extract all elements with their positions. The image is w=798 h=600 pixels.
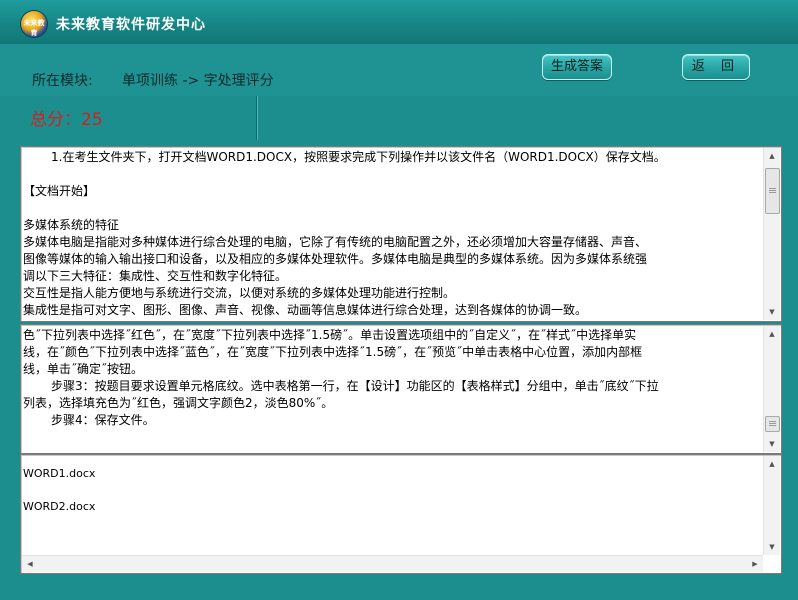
steps-line: 线，在˝颜色˝下拉列表中选择˝蓝色˝，在˝宽度˝下拉列表中选择˝1.5磅˝，在˝… bbox=[23, 345, 643, 359]
title-bar: 未来教育 未来教育软件研发中心 bbox=[0, 0, 798, 44]
question-line: 多媒体电脑是指能对多种媒体进行综合处理的电脑，它除了有传统的电脑配置之外，还必须… bbox=[23, 235, 648, 249]
scroll-down-arrow-icon[interactable]: ▼ bbox=[764, 539, 780, 555]
question-line: 调以下三大特征：集成性、交互性和数字化特征。 bbox=[23, 269, 288, 283]
scroll-thumb[interactable] bbox=[765, 168, 780, 214]
steps-scrollbar[interactable]: ▲ ▼ bbox=[763, 326, 780, 452]
file-item[interactable]: WORD2.docx bbox=[23, 498, 763, 515]
steps-text: 色˝下拉列表中选择˝红色˝，在˝宽度˝下拉列表中选择˝1.5磅˝。单击设置选项组… bbox=[23, 327, 763, 451]
generate-answer-button[interactable]: 生成答案 bbox=[542, 54, 612, 80]
question-line: 集成性是指可对文字、图形、图像、声音、视像、动画等信息媒体进行综合处理，达到各媒… bbox=[23, 303, 588, 317]
steps-line: 步骤4：保存文件。 bbox=[51, 413, 155, 427]
scroll-up-arrow-icon[interactable]: ▲ bbox=[764, 326, 780, 342]
scroll-up-arrow-icon[interactable]: ▲ bbox=[764, 456, 780, 472]
app-logo-icon: 未来教育 bbox=[21, 11, 47, 37]
files-list: WORD1.docx WORD2.docx bbox=[23, 457, 763, 555]
logo-text: 未来教育 bbox=[23, 19, 45, 37]
module-value: 单项训练 -> 字处理评分 bbox=[122, 73, 274, 89]
files-vertical-scrollbar[interactable]: ▲ ▼ bbox=[763, 456, 780, 555]
scroll-thumb[interactable] bbox=[765, 416, 780, 432]
question-line: 【文档开始】 bbox=[23, 184, 96, 198]
back-button[interactable]: 返 回 bbox=[682, 54, 750, 80]
question-line: 交互性是指人能方便地与系统进行交流，以便对系统的多媒体处理功能进行控制。 bbox=[23, 286, 456, 300]
steps-line: 步骤3：按题目要求设置单元格底纹。选中表格第一行，在【设计】功能区的【表格样式】… bbox=[51, 379, 659, 393]
scroll-down-arrow-icon[interactable]: ▼ bbox=[764, 436, 780, 452]
steps-line: 列表，选择填充色为˝红色，强调文字颜色2，淡色80%˝。 bbox=[23, 396, 334, 410]
question-scrollbar[interactable]: ▲ ▼ bbox=[763, 148, 780, 320]
files-horizontal-scrollbar[interactable]: ◀ ▶ bbox=[22, 555, 763, 572]
scroll-right-arrow-icon[interactable]: ▶ bbox=[747, 556, 763, 572]
steps-line: 色˝下拉列表中选择˝红色˝，在˝宽度˝下拉列表中选择˝1.5磅˝。单击设置选项组… bbox=[23, 328, 637, 342]
total-score: 总分：25 bbox=[30, 110, 103, 130]
file-item[interactable]: WORD1.docx bbox=[23, 465, 763, 482]
steps-text-panel[interactable]: 色˝下拉列表中选择˝红色˝，在˝宽度˝下拉列表中选择˝1.5磅˝。单击设置选项组… bbox=[20, 324, 782, 454]
window-title: 未来教育软件研发中心 bbox=[56, 17, 206, 33]
question-line: 多媒体系统的特征 bbox=[23, 218, 120, 232]
question-text: 1.在考生文件夹下，打开文档WORD1.DOCX，按照要求完成下列操作并以该文件… bbox=[23, 149, 763, 319]
score-area: 总分：25 bbox=[16, 96, 257, 140]
question-line: 1.在考生文件夹下，打开文档WORD1.DOCX，按照要求完成下列操作并以该文件… bbox=[51, 150, 666, 164]
module-label: 所在模块: bbox=[32, 73, 93, 89]
question-text-panel[interactable]: 1.在考生文件夹下，打开文档WORD1.DOCX，按照要求完成下列操作并以该文件… bbox=[20, 146, 782, 322]
scroll-left-arrow-icon[interactable]: ◀ bbox=[22, 556, 38, 572]
question-line: 图像等媒体的输入输出接口和设备，以及相应的多媒体处理软件。多媒体电脑是典型的多媒… bbox=[23, 252, 648, 266]
scroll-down-arrow-icon[interactable]: ▼ bbox=[764, 304, 780, 320]
header: 所在模块: 单项训练 -> 字处理评分 bbox=[0, 44, 798, 96]
scroll-up-arrow-icon[interactable]: ▲ bbox=[764, 148, 780, 164]
files-panel[interactable]: WORD1.docx WORD2.docx ▲ ▼ ◀ ▶ bbox=[20, 454, 782, 574]
steps-line: 线，单击˝确定˝按钮。 bbox=[23, 362, 144, 376]
score-bar: 总分：25 bbox=[0, 96, 798, 140]
app-window: 未来教育 未来教育软件研发中心 所在模块: 单项训练 -> 字处理评分 生成答案… bbox=[0, 0, 798, 600]
